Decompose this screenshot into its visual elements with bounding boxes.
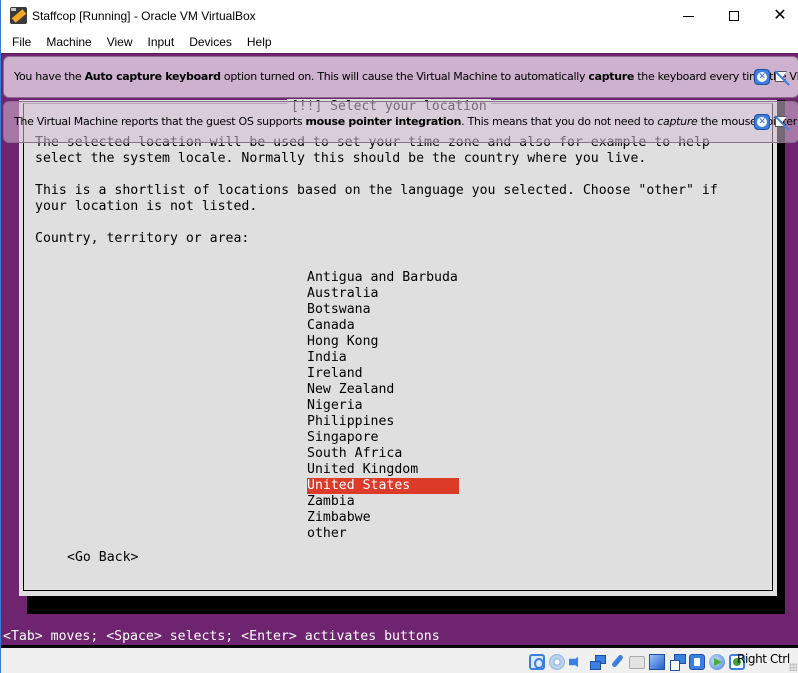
description-paragraph-2: This is a shortlist of locations based o…	[35, 183, 718, 214]
country-option[interactable]: Zimbabwe	[307, 510, 459, 526]
menu-devices[interactable]: Devices	[181, 32, 239, 53]
maximize-icon	[729, 11, 739, 21]
virtualbox-window: Staffcop [Running] - Oracle VM VirtualBo…	[0, 0, 798, 673]
menu-input[interactable]: Input	[140, 32, 182, 53]
title-bar: Staffcop [Running] - Oracle VM VirtualBo…	[1, 0, 798, 32]
country-option[interactable]: Philippines	[307, 414, 459, 430]
country-option[interactable]: Ireland	[307, 366, 459, 382]
close-notice-button[interactable]: ✕	[754, 114, 770, 130]
menu-view[interactable]: View	[99, 32, 140, 53]
close-icon: ✕	[773, 7, 787, 24]
notice-message: You have the Auto capture keyboard optio…	[14, 70, 798, 83]
close-icon: ✕	[757, 117, 767, 127]
country-option[interactable]: Australia	[307, 286, 459, 302]
close-button[interactable]: ✕	[757, 0, 798, 32]
menu-help[interactable]: Help	[239, 32, 279, 53]
vm-display[interactable]: [!!] Select your location The selected l…	[1, 53, 798, 648]
display-icon[interactable]	[649, 654, 665, 670]
country-list: Antigua and Barbuda Australia Botswana C…	[307, 270, 459, 542]
country-option[interactable]: Antigua and Barbuda	[307, 270, 459, 286]
country-option[interactable]: Zambia	[307, 494, 459, 510]
audio-icon[interactable]	[569, 654, 582, 670]
status-icons	[529, 654, 745, 671]
menu-file[interactable]: File	[4, 32, 38, 53]
status-bar: Right Ctrl	[1, 647, 798, 673]
minimize-icon	[682, 15, 694, 17]
mouse-integration-notice: The Virtual Machine reports that the gue…	[3, 101, 798, 143]
auto-capture-keyboard-notice: You have the Auto capture keyboard optio…	[3, 56, 798, 98]
menu-machine[interactable]: Machine	[38, 32, 98, 53]
hard-disk-icon[interactable]	[529, 654, 545, 670]
dont-show-again-button[interactable]	[774, 114, 790, 130]
country-option[interactable]: other	[307, 526, 459, 542]
mouse-integration-icon[interactable]	[709, 654, 725, 670]
resize-grip[interactable]	[789, 663, 797, 671]
shared-folders-icon[interactable]	[629, 656, 645, 669]
country-option[interactable]: Canada	[307, 318, 459, 334]
country-option[interactable]: Singapore	[307, 430, 459, 446]
notice-message: The Virtual Machine reports that the gue…	[14, 115, 797, 128]
country-option[interactable]: New Zealand	[307, 382, 459, 398]
window-title: Staffcop [Running] - Oracle VM VirtualBo…	[32, 9, 256, 23]
network-icon[interactable]	[589, 654, 606, 670]
usb-icon[interactable]	[609, 654, 625, 670]
installer-dialog: [!!] Select your location The selected l…	[19, 99, 777, 596]
dont-show-again-button[interactable]	[774, 69, 790, 85]
minimize-button[interactable]	[665, 0, 711, 32]
virtualbox-app-icon	[10, 7, 27, 24]
close-notice-button[interactable]: ✕	[754, 69, 770, 85]
country-option-selected[interactable]: United States	[307, 478, 459, 494]
country-option[interactable]: South Africa	[307, 446, 459, 462]
maximize-button[interactable]	[711, 0, 757, 32]
country-option[interactable]: India	[307, 350, 459, 366]
country-option[interactable]: Nigeria	[307, 398, 459, 414]
country-option[interactable]: Hong Kong	[307, 334, 459, 350]
video-capture-icon[interactable]	[669, 654, 686, 671]
menu-bar: File Machine View Input Devices Help	[1, 32, 798, 53]
country-prompt: Country, territory or area:	[35, 231, 250, 246]
keyboard-help-line: <Tab> moves; <Space> selects; <Enter> ac…	[3, 629, 440, 644]
cpu-virtualization-icon[interactable]	[689, 654, 705, 670]
go-back-button[interactable]: <Go Back>	[67, 550, 138, 566]
country-option[interactable]: Botswana	[307, 302, 459, 318]
close-icon: ✕	[757, 72, 767, 82]
host-key-label[interactable]: Right Ctrl	[737, 652, 790, 666]
optical-drive-icon[interactable]	[549, 654, 565, 670]
country-option[interactable]: United Kingdom	[307, 462, 459, 478]
